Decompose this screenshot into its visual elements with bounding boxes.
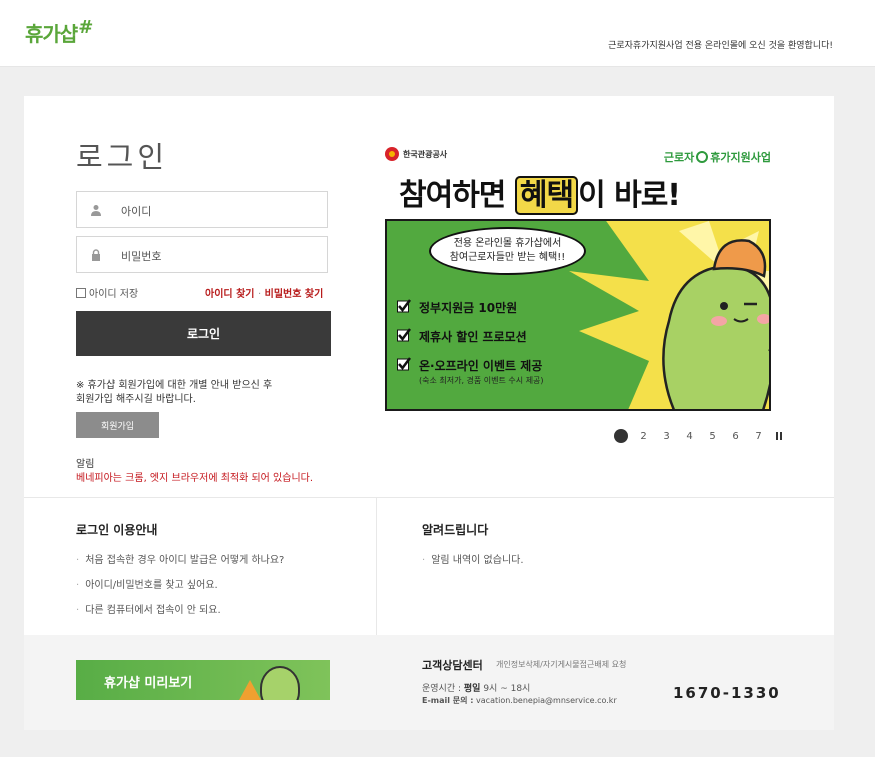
- login-button[interactable]: 로그인: [76, 311, 331, 356]
- page-title: 로그인: [76, 140, 169, 174]
- benefit-item: 온·오프라인 이벤트 제공 (숙소 최저가, 경품 이벤트 수시 제공): [397, 357, 544, 386]
- kto-logo: 한국관광공사: [385, 147, 447, 161]
- notice-board-list: · 알림 내역이 없습니다.: [422, 551, 524, 566]
- pager-item[interactable]: 3: [655, 431, 678, 442]
- section-divider: [24, 497, 834, 498]
- notice-board-title: 알려드립니다: [422, 523, 489, 537]
- tent-icon: [238, 680, 262, 700]
- main-content: 로그인 아이디 비밀번호 아이디 저장 아이디 찾기 · 비밀번호 찾기 로그인…: [24, 96, 834, 730]
- program-right: 휴가지원사업: [710, 151, 771, 164]
- mascot-icon: [260, 666, 300, 700]
- pager-item[interactable]: 7: [747, 431, 770, 442]
- pager-item[interactable]: 5: [701, 431, 724, 442]
- user-icon: [91, 205, 101, 216]
- checkbox-checked-icon: [397, 299, 411, 313]
- benefit-text: 정부지원금 10만원: [419, 301, 518, 315]
- join-note-line1: ※ 휴가샵 회원가입에 대한 개별 안내 받으신 후: [76, 380, 273, 391]
- bubble-line2: 참여근로자들만 받는 혜택!!: [449, 252, 566, 263]
- password-placeholder: 비밀번호: [121, 250, 162, 263]
- kto-name: 한국관광공사: [403, 149, 448, 159]
- find-links: 아이디 찾기 · 비밀번호 찾기: [205, 285, 323, 300]
- mascot-illustration: [569, 221, 769, 409]
- pager-active-dot[interactable]: [614, 429, 628, 443]
- checkbox-checked-icon: [397, 357, 411, 371]
- browser-notice: 베네피아는 크롬, 엣지 브라우저에 최적화 되어 있습니다.: [76, 473, 314, 484]
- benefit-text: 온·오프라인 이벤트 제공: [419, 359, 543, 373]
- find-id-link[interactable]: 아이디 찾기: [205, 289, 254, 300]
- login-guide-title: 로그인 이용안내: [76, 523, 158, 537]
- pager-item[interactable]: 2: [632, 431, 655, 442]
- speech-bubble: 전용 온라인몰 휴가샵에서 참여근로자들만 받는 혜택!!: [429, 227, 586, 275]
- benefit-item: 제휴사 할인 프로모션: [397, 328, 544, 345]
- id-placeholder: 아이디: [121, 205, 152, 218]
- save-id-label: 아이디 저장: [89, 289, 139, 300]
- logo-hash-icon: #: [78, 17, 94, 38]
- headline-highlight: 혜택: [514, 176, 579, 215]
- headline-pre: 참여하면: [399, 178, 515, 213]
- preview-label: 휴가샵 미리보기: [104, 676, 193, 691]
- pager-item[interactable]: 4: [678, 431, 701, 442]
- notice-title: 알림: [76, 459, 95, 470]
- footer: 휴가샵 미리보기 고객상담센터 개인정보삭제/자기게시물접근배제 요청 운영시간…: [24, 635, 834, 730]
- cs-title: 고객상담센터: [422, 659, 483, 672]
- guide-item[interactable]: · 아이디/비밀번호를 찾고 싶어요.: [76, 576, 284, 591]
- banner-pager: 2 3 4 5 6 7: [613, 429, 784, 443]
- program-left: 근로자: [663, 151, 695, 164]
- program-logo: 근로자 휴가지원사업: [664, 149, 771, 165]
- benefit-item: 정부지원금 10만원: [397, 299, 544, 316]
- headline-post: 이 바로!: [578, 178, 681, 213]
- lock-icon: [92, 249, 100, 261]
- benefit-text-group: 온·오프라인 이벤트 제공 (숙소 최저가, 경품 이벤트 수시 제공): [419, 357, 544, 386]
- kto-emblem-icon: [385, 147, 399, 161]
- operating-hours: 운영시간 : 평일 9시 ~ 18시: [422, 684, 531, 694]
- join-note: ※ 휴가샵 회원가입에 대한 개별 안내 받으신 후 회원가입 해주시길 바랍니…: [76, 379, 316, 407]
- pause-icon[interactable]: [776, 432, 784, 440]
- site-header: 휴가샵 # 근로자휴가지원사업 전용 온라인몰에 오신 것을 환영합니다!: [0, 0, 875, 67]
- banner-panel: 전용 온라인몰 휴가샵에서 참여근로자들만 받는 혜택!! 정부지원금 10만원…: [385, 219, 771, 411]
- save-id-row[interactable]: 아이디 저장: [76, 285, 138, 300]
- column-divider: [376, 497, 377, 635]
- promo-banner[interactable]: 한국관광공사 근로자 휴가지원사업 참여하면 혜택 이 바로! 전용 온라인몰 …: [385, 144, 773, 414]
- id-input[interactable]: 아이디: [76, 191, 328, 228]
- notice-item: · 알림 내역이 없습니다.: [422, 555, 524, 566]
- bubble-line1: 전용 온라인몰 휴가샵에서: [453, 238, 562, 249]
- site-logo[interactable]: 휴가샵 #: [25, 17, 94, 47]
- privacy-request-link[interactable]: 개인정보삭제/자기게시물접근배제 요청: [496, 659, 626, 670]
- preview-banner[interactable]: 휴가샵 미리보기: [76, 660, 330, 700]
- save-id-checkbox[interactable]: [76, 287, 86, 298]
- smile-icon: [696, 151, 709, 163]
- benefit-list: 정부지원금 10만원 제휴사 할인 프로모션 온·오프라인 이벤트 제공 (숙소…: [397, 299, 544, 398]
- signup-button[interactable]: 회원가입: [76, 412, 159, 438]
- checkbox-checked-icon: [397, 328, 411, 342]
- join-note-line2: 회원가입 해주시길 바랍니다.: [76, 394, 196, 405]
- logo-text: 휴가샵: [25, 22, 78, 46]
- email-contact: E-mail 문의 : vacation.benepia@mnservice.c…: [422, 696, 617, 705]
- benefit-text: 제휴사 할인 프로모션: [419, 330, 527, 344]
- guide-item[interactable]: · 처음 접속한 경우 아이디 발급은 어떻게 하나요?: [76, 551, 284, 566]
- login-guide-list: · 처음 접속한 경우 아이디 발급은 어떻게 하나요? · 아이디/비밀번호를 찾…: [76, 551, 284, 626]
- pager-item[interactable]: 6: [724, 431, 747, 442]
- find-password-link[interactable]: 비밀번호 찾기: [265, 289, 324, 300]
- phone-number: 1670-1330: [673, 684, 781, 702]
- banner-headline: 참여하면 혜택 이 바로!: [399, 170, 681, 215]
- email-link[interactable]: vacation.benepia@mnservice.co.kr: [476, 696, 617, 705]
- password-input[interactable]: 비밀번호: [76, 236, 328, 273]
- link-separator: ·: [257, 289, 262, 300]
- welcome-message: 근로자휴가지원사업 전용 온라인몰에 오신 것을 환영합니다!: [608, 41, 833, 51]
- guide-item[interactable]: · 다른 컴퓨터에서 접속이 안 되요.: [76, 601, 284, 616]
- benefit-subtext: (숙소 최저가, 경품 이벤트 수시 제공): [419, 376, 544, 385]
